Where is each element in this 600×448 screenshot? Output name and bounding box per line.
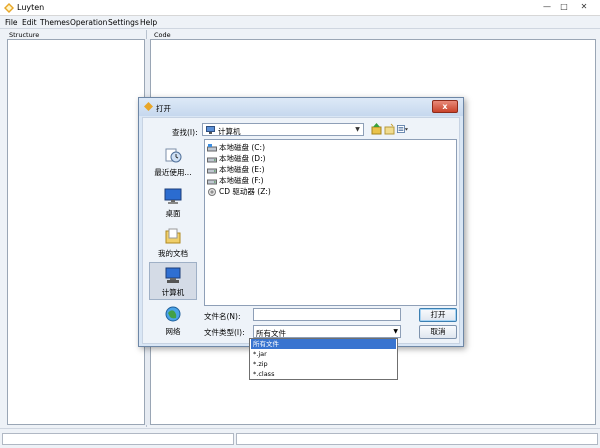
place-label: 计算机 <box>161 288 185 297</box>
maximize-button[interactable]: □ <box>557 1 571 13</box>
menu-edit[interactable]: Edit <box>22 18 37 27</box>
file-item-c[interactable]: 本地磁盘 (C:) <box>207 142 265 152</box>
close-window-button[interactable]: ✕ <box>574 1 594 13</box>
place-desktop[interactable]: 桌面 <box>149 184 197 222</box>
title-bar: Luyten — □ ✕ <box>0 0 600 16</box>
luyten-app-icon <box>4 3 14 13</box>
look-in-combo[interactable]: 计算机 ▼ <box>202 123 364 136</box>
menu-operation[interactable]: Operation <box>70 18 107 27</box>
drive-icon <box>207 179 217 185</box>
place-label: 桌面 <box>165 209 181 218</box>
file-type-dropdown: 所有文件 *.jar *.zip *.class <box>249 338 398 380</box>
window-title: Luyten <box>17 3 45 12</box>
file-name: 本地磁盘 (C:) <box>219 143 265 152</box>
menu-settings[interactable]: Settings <box>108 18 139 27</box>
places-bar: 最近使用... 桌面 我的文档 计算机 网络 <box>149 140 197 340</box>
file-type-label: 文件类型(I): <box>204 328 245 337</box>
file-name: CD 驱动器 (Z:) <box>219 187 271 196</box>
chevron-down-icon[interactable]: ▼ <box>352 124 363 135</box>
dialog-close-button[interactable]: x <box>432 100 458 113</box>
recent-icon <box>165 148 182 163</box>
computer-icon <box>165 267 181 283</box>
menu-themes[interactable]: Themes <box>40 18 70 27</box>
file-item-z[interactable]: CD 驱动器 (Z:) <box>207 186 271 196</box>
code-panel-label: Code <box>154 31 171 39</box>
place-documents[interactable]: 我的文档 <box>149 224 197 262</box>
status-bar <box>0 428 600 448</box>
file-item-d[interactable]: 本地磁盘 (D:) <box>207 153 266 163</box>
computer-icon <box>206 126 215 134</box>
status-label-left <box>2 433 234 445</box>
documents-icon <box>165 228 181 244</box>
look-in-value: 计算机 <box>218 127 241 136</box>
dialog-body: 查找(I): 计算机 ▼ 最近使用... 桌面 我的文档 计算机 网络 本地磁盘… <box>142 117 460 344</box>
open-button[interactable]: 打开 <box>419 308 457 322</box>
file-list[interactable]: 本地磁盘 (C:) 本地磁盘 (D:) 本地磁盘 (E:) 本地磁盘 (F:) … <box>204 139 457 306</box>
file-item-f[interactable]: 本地磁盘 (F:) <box>207 175 264 185</box>
file-name-label: 文件名(N): <box>204 312 241 321</box>
place-recent[interactable]: 最近使用... <box>149 143 197 181</box>
drive-icon <box>207 157 217 163</box>
look-in-label: 查找(I): <box>172 128 198 137</box>
file-type-option-all[interactable]: 所有文件 <box>251 339 396 349</box>
menu-file[interactable]: File <box>5 18 18 27</box>
dialog-title: 打开 <box>156 104 171 113</box>
minimize-button[interactable]: — <box>540 1 554 13</box>
place-label: 网络 <box>165 327 181 336</box>
file-type-option-jar[interactable]: *.jar <box>251 349 396 359</box>
desktop-icon <box>164 188 182 204</box>
up-folder-icon[interactable] <box>371 123 382 135</box>
file-name-input[interactable] <box>253 308 401 321</box>
dialog-app-icon <box>144 102 153 111</box>
menu-bar: File Edit Themes Operation Settings Help <box>0 16 600 29</box>
structure-panel-label: Structure <box>9 31 40 39</box>
status-label-right <box>236 433 598 445</box>
place-label: 最近使用... <box>154 168 192 177</box>
chevron-down-icon[interactable]: ▼ <box>393 328 398 335</box>
file-type-option-zip[interactable]: *.zip <box>251 359 396 369</box>
place-computer[interactable]: 计算机 <box>149 262 197 300</box>
place-network[interactable]: 网络 <box>149 302 197 340</box>
cd-drive-icon <box>208 188 216 196</box>
file-name: 本地磁盘 (D:) <box>219 154 266 163</box>
menu-help[interactable]: Help <box>140 18 157 27</box>
network-icon <box>165 306 181 322</box>
dialog-title-bar: 打开 x <box>139 98 463 116</box>
drive-icon <box>207 168 217 174</box>
new-folder-icon[interactable] <box>384 123 395 135</box>
system-drive-icon <box>207 144 217 152</box>
file-item-e[interactable]: 本地磁盘 (E:) <box>207 164 265 174</box>
file-name: 本地磁盘 (E:) <box>219 165 265 174</box>
view-menu-icon[interactable] <box>397 123 408 135</box>
cancel-button[interactable]: 取消 <box>419 325 457 339</box>
place-label: 我的文档 <box>158 249 188 258</box>
open-file-dialog: 打开 x 查找(I): 计算机 ▼ 最近使用... 桌面 我的文档 计算机 网络… <box>138 97 464 347</box>
file-type-combo[interactable]: 所有文件 ▼ <box>253 325 401 338</box>
file-type-option-class[interactable]: *.class <box>251 369 396 379</box>
file-name: 本地磁盘 (F:) <box>219 176 264 185</box>
structure-tree-panel[interactable] <box>7 39 145 425</box>
